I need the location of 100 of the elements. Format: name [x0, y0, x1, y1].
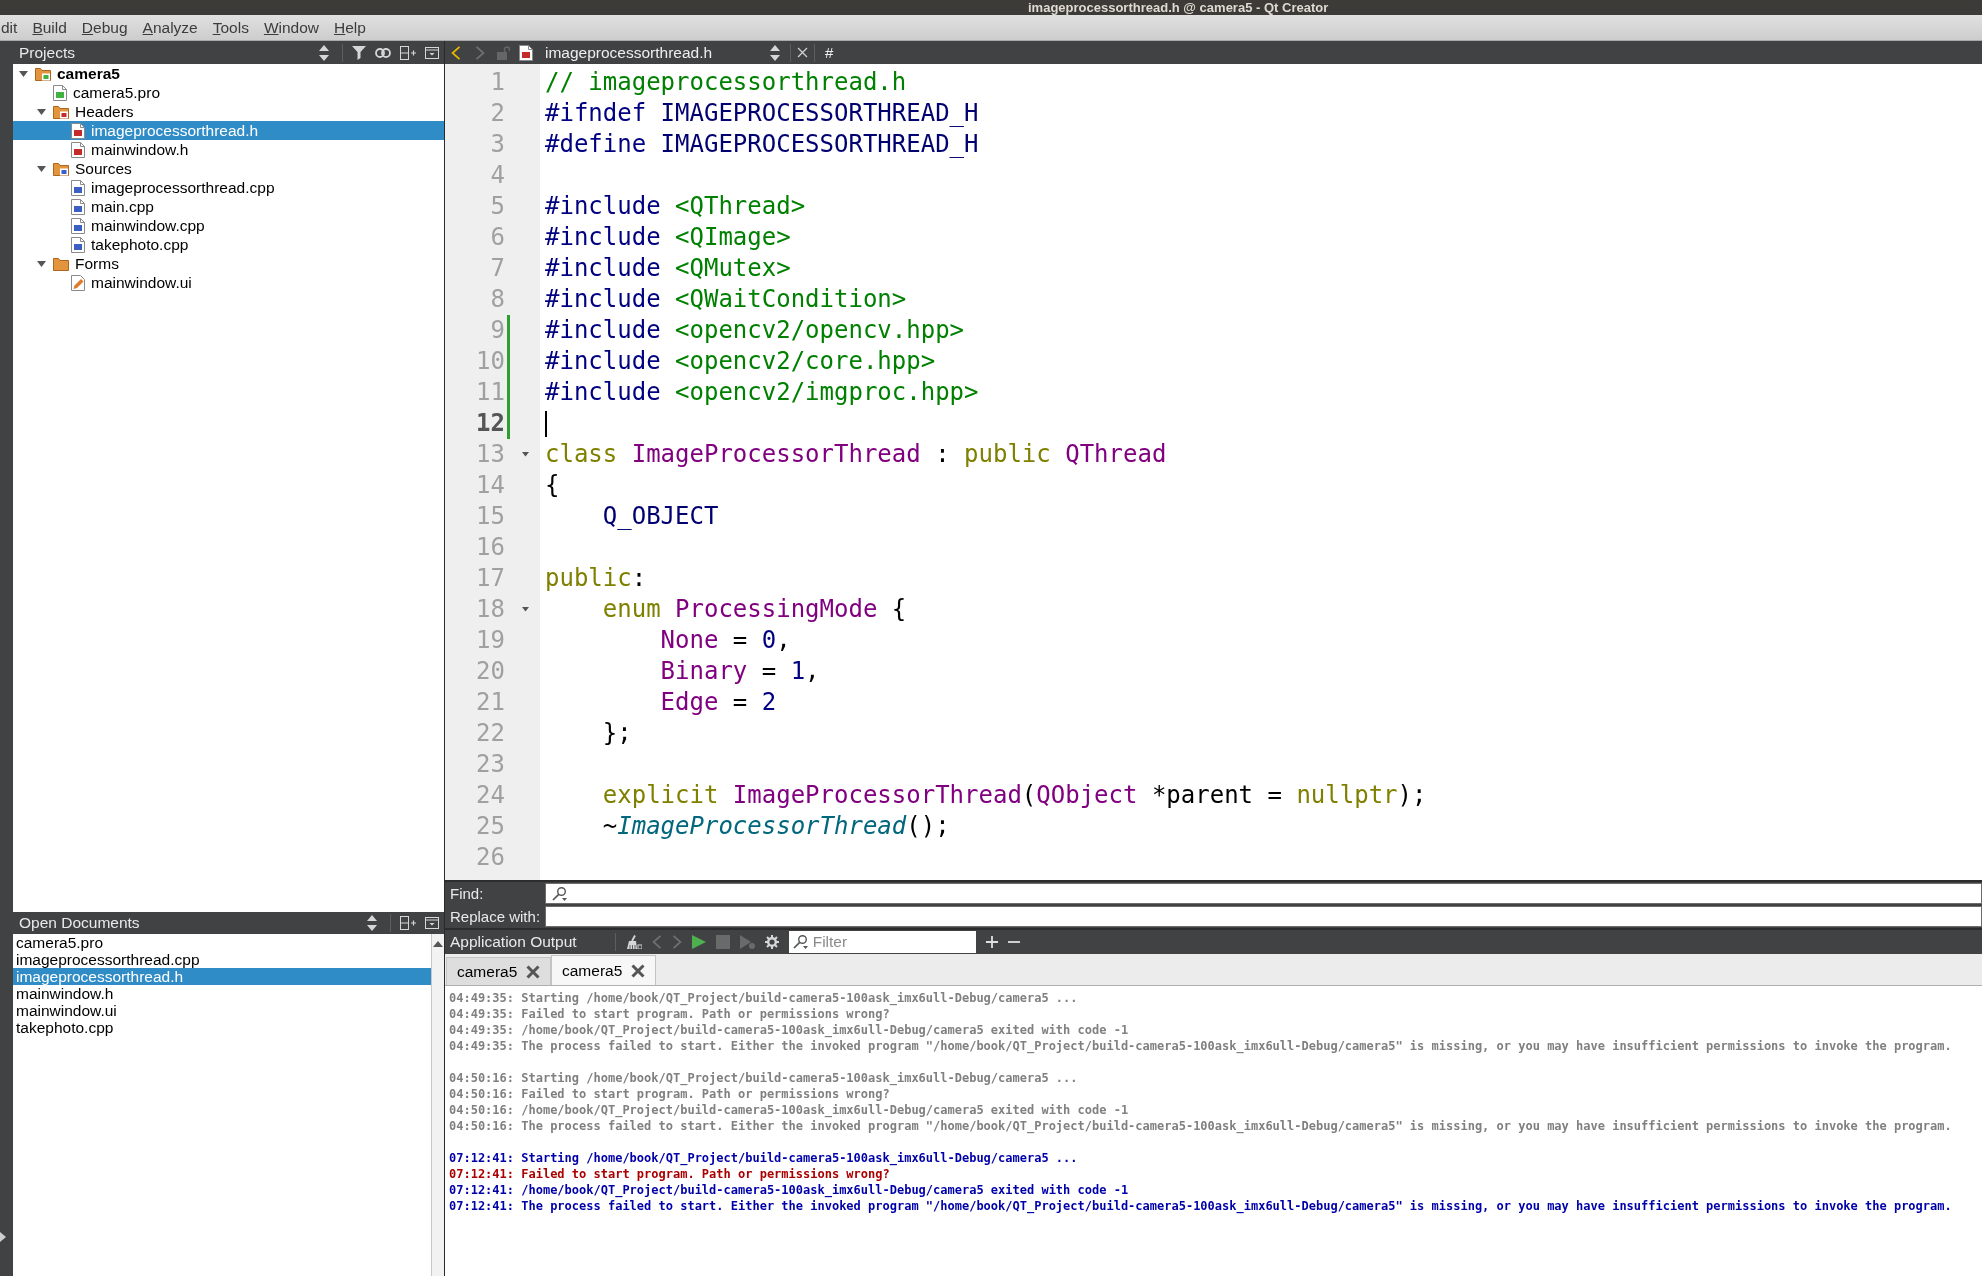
tree-item[interactable]: mainwindow.cpp — [13, 216, 444, 235]
fold-arrow-icon[interactable] — [522, 607, 529, 612]
code-line: enum ProcessingMode { — [602, 594, 907, 625]
menu-item[interactable]: Debug — [81, 18, 128, 37]
code-line: #include <QThread> — [545, 191, 806, 222]
document-item[interactable]: imageprocessorthread.cpp — [13, 951, 431, 968]
close-icon[interactable] — [526, 964, 541, 979]
window-icon[interactable] — [425, 917, 439, 929]
scroll-up-arrow-icon[interactable] — [433, 941, 443, 947]
document-icon — [71, 122, 85, 139]
tree-item[interactable]: Forms — [13, 254, 444, 273]
output-line: 07:12:41: The process failed to start. Either the invoked program "/home/book/QT_Project/build-camera5-100ask_imx6ull-Debug/camera5" is missing, or you may have insufficient permissions to invoke the program. — [449, 1198, 1952, 1214]
code-line: Q_OBJECT — [602, 501, 719, 532]
output-tab[interactable]: camera5 — [446, 957, 551, 985]
document-icon — [71, 179, 85, 196]
document-icon — [53, 84, 67, 101]
plus-icon[interactable] — [985, 936, 998, 948]
line-number: 13 — [475, 439, 505, 470]
view-selector[interactable]: Open Documents — [13, 912, 381, 934]
output-tab[interactable]: camera5 — [551, 955, 656, 985]
line-number: 6 — [489, 222, 505, 253]
tree-item[interactable]: Sources — [13, 159, 444, 178]
tree-item[interactable]: camera5.pro — [13, 83, 444, 102]
view-selector[interactable]: Projects — [13, 41, 333, 64]
link-icon[interactable] — [375, 47, 391, 58]
output-line: 04:50:16: The process failed to start. Either the invoked program "/home/book/QT_Project/build-camera5-100ask_imx6ull-Debug/camera5" is missing, or you may have insufficient permissions to invoke the program. — [449, 1118, 1952, 1134]
tree-item[interactable]: main.cpp — [13, 197, 444, 216]
code-line: explicit ImageProcessorThread(QObject *parent = nullptr); — [602, 780, 1427, 811]
line-number: 3 — [489, 129, 505, 160]
symbol-selector[interactable]: # — [821, 41, 838, 64]
folder-icon — [53, 161, 69, 176]
scrollbar[interactable] — [431, 934, 444, 1276]
expand-arrow-icon[interactable] — [18, 70, 28, 77]
line-number: 24 — [475, 780, 505, 811]
menu-item[interactable]: Tools — [212, 18, 249, 37]
line-number: 2 — [489, 98, 505, 129]
tree-item[interactable]: takephoto.cpp — [13, 235, 444, 254]
document-icon — [71, 141, 85, 158]
output-line: 07:12:41: Failed to start program. Path or permissions wrong? — [449, 1166, 890, 1182]
menu-item[interactable]: Window — [263, 18, 320, 37]
expand-arrow-icon[interactable] — [36, 108, 46, 115]
find-field[interactable] — [545, 883, 1982, 904]
line-number: 15 — [475, 501, 505, 532]
file-selector[interactable]: imageprocessorthread.h — [519, 41, 784, 64]
close-icon[interactable] — [631, 963, 646, 978]
replace-field[interactable] — [545, 906, 1982, 927]
fold-arrow-icon[interactable] — [522, 452, 529, 457]
menu-item[interactable]: Help — [334, 18, 366, 37]
line-number: 9 — [489, 315, 505, 346]
code-line: { — [545, 470, 560, 501]
menu-item[interactable]: Analyze — [142, 18, 198, 37]
output-line: 04:49:35: Starting /home/book/QT_Project/build-camera5-100ask_imx6ull-Debug/camera5 ... — [449, 990, 1078, 1006]
menu-item[interactable]: dit — [1, 18, 18, 37]
folder-icon — [53, 256, 69, 271]
tree-item[interactable]: mainwindow.h — [13, 140, 444, 159]
code-line: #include <opencv2/imgproc.hpp> — [545, 377, 979, 408]
search-icon[interactable] — [552, 887, 567, 901]
document-icon — [71, 217, 85, 234]
code-line: #include <QImage> — [545, 222, 791, 253]
filter-icon[interactable] — [352, 45, 366, 60]
document-item[interactable]: imageprocessorthread.h — [13, 968, 431, 985]
filter-field[interactable]: Filter — [788, 931, 976, 953]
up-down-arrows-icon — [319, 44, 329, 61]
settings-icon[interactable] — [764, 935, 779, 949]
up-down-arrows-icon — [770, 44, 780, 61]
tree-item[interactable]: Headers — [13, 102, 444, 121]
document-item[interactable]: mainwindow.ui — [13, 1002, 431, 1019]
menu-item[interactable]: Build — [32, 18, 67, 37]
code-line: #include <QMutex> — [545, 253, 791, 284]
code-line: #ifndef IMAGEPROCESSORTHREAD_H — [545, 98, 979, 129]
search-icon[interactable] — [792, 935, 808, 949]
line-number: 20 — [475, 656, 505, 687]
arrow-icon[interactable] — [0, 1232, 6, 1242]
tree-item[interactable]: imageprocessorthread.h — [13, 121, 444, 140]
document-item[interactable]: takephoto.cpp — [13, 1019, 431, 1036]
code-line: #include <opencv2/opencv.hpp> — [545, 315, 965, 346]
code-line: // imageprocessorthread.h — [545, 67, 907, 98]
document-item[interactable]: mainwindow.h — [13, 985, 431, 1002]
code-line: #include <QWaitCondition> — [545, 284, 907, 315]
tree-item[interactable]: imageprocessorthread.cpp — [13, 178, 444, 197]
document-item[interactable]: camera5.pro — [13, 934, 431, 951]
code-line: }; — [602, 718, 632, 749]
expand-arrow-icon[interactable] — [36, 260, 46, 267]
tree-item[interactable]: mainwindow.ui — [13, 273, 444, 292]
split-icon[interactable] — [400, 45, 416, 60]
play-icon[interactable] — [691, 935, 706, 949]
line-number: 26 — [475, 842, 505, 873]
broom-icon[interactable] — [625, 935, 642, 949]
code-line: #include <opencv2/core.hpp> — [545, 346, 936, 377]
line-number: 18 — [475, 594, 505, 625]
window-icon[interactable] — [425, 46, 439, 59]
tree-item[interactable]: camera5 — [13, 64, 444, 83]
play-dot-icon[interactable] — [739, 935, 755, 949]
split-icon[interactable] — [400, 916, 416, 930]
output-line: 07:12:41: /home/book/QT_Project/build-camera5-100ask_imx6ull-Debug/camera5 exited with code -1 — [449, 1182, 1129, 1198]
expand-arrow-icon[interactable] — [36, 165, 46, 172]
output-line: 04:49:35: /home/book/QT_Project/build-camera5-100ask_imx6ull-Debug/camera5 exited with code -1 — [449, 1022, 1129, 1038]
up-down-arrows-icon — [367, 915, 377, 931]
line-number: 10 — [475, 346, 505, 377]
output-line: 04:49:35: The process failed to start. Either the invoked program "/home/book/QT_Project/build-camera5-100ask_imx6ull-Debug/camera5" is missing, or you may have insufficient permissions to invoke the program. — [449, 1038, 1952, 1054]
